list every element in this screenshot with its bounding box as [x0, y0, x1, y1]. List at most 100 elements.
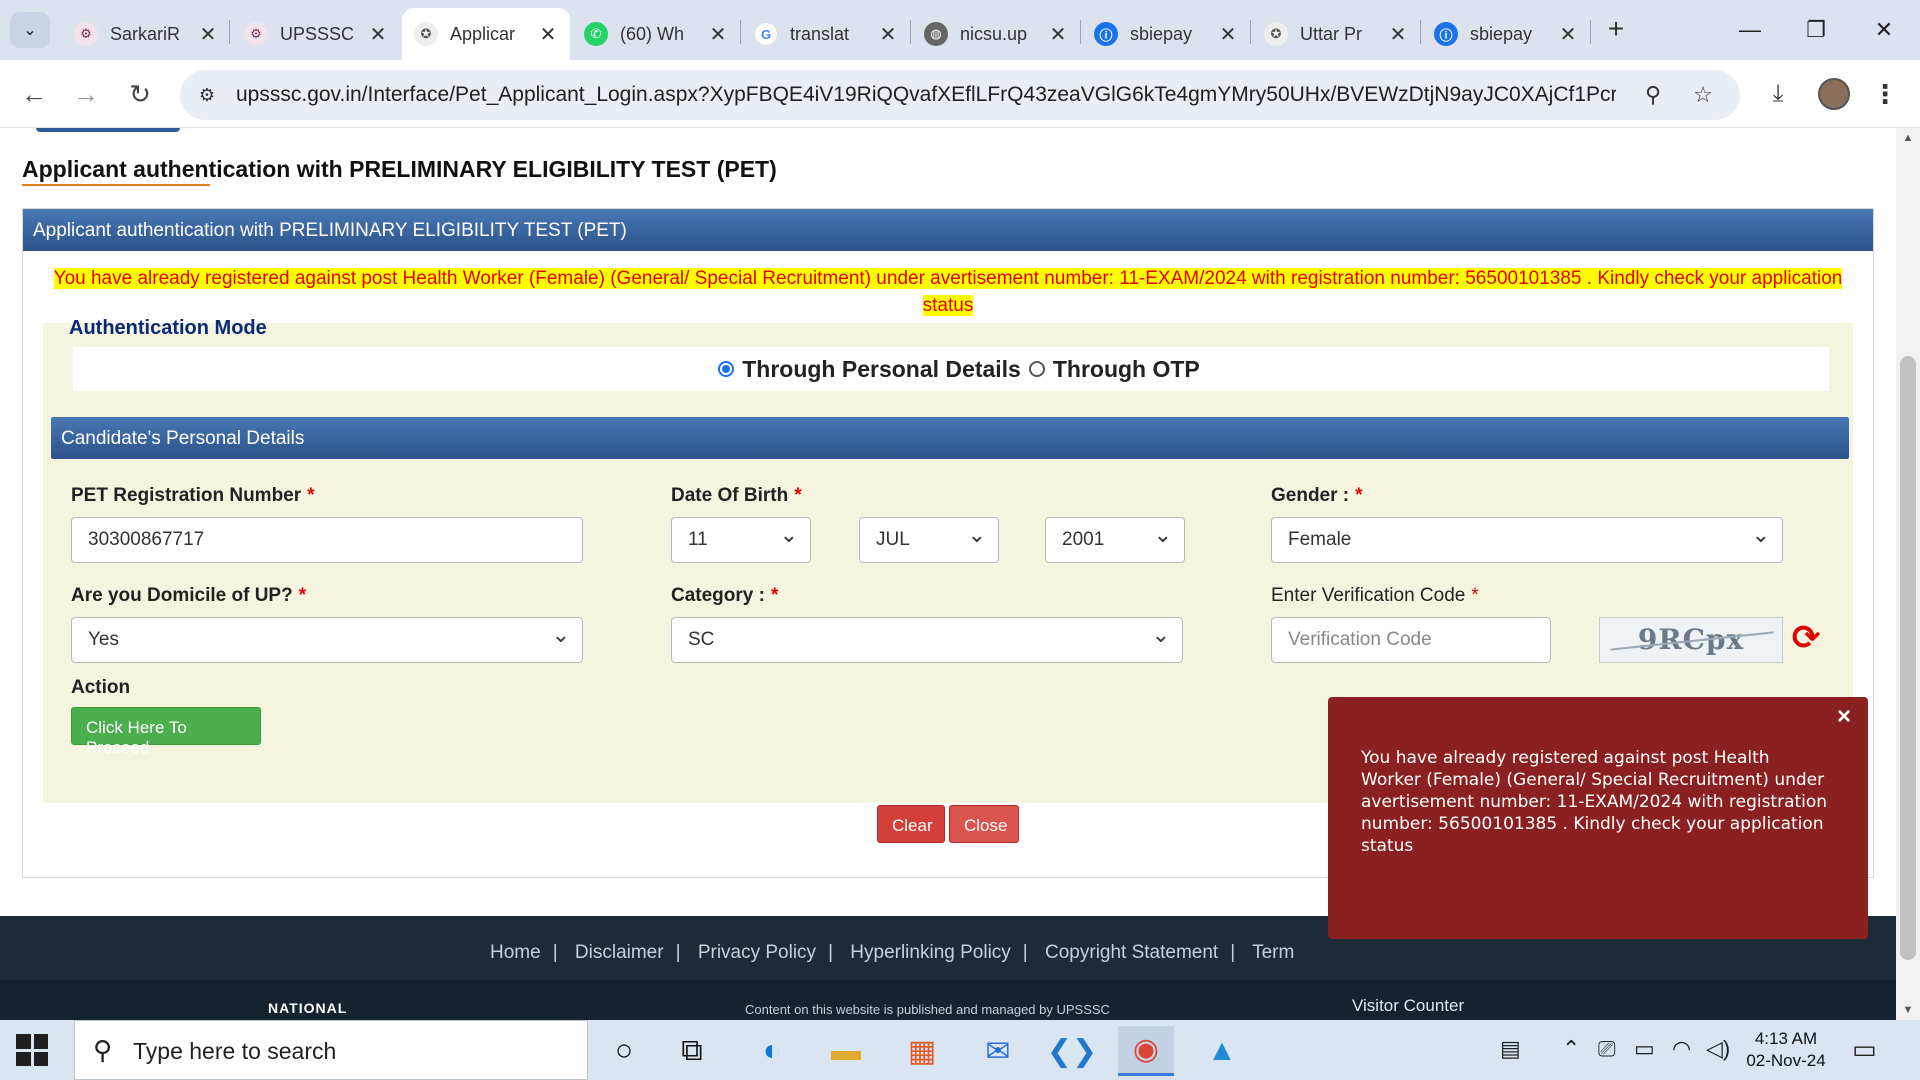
profile-avatar[interactable] [1818, 78, 1850, 110]
clear-button[interactable]: Clear [877, 805, 945, 843]
tab-search-chevron-icon[interactable]: ⌄ [10, 12, 50, 48]
close-icon[interactable]: ✕ [538, 22, 558, 47]
dob-year-select[interactable]: 2001 [1045, 517, 1185, 563]
windows-start-icon[interactable] [16, 1034, 48, 1066]
radio-checked-icon[interactable] [718, 361, 735, 377]
close-icon[interactable]: ✕ [878, 22, 898, 47]
scroll-down-icon[interactable]: ▼ [1896, 1000, 1920, 1020]
window-close-icon[interactable]: ✕ [1864, 10, 1904, 50]
up-emblem-icon: ✪ [1264, 22, 1288, 46]
verification-code-input[interactable]: Verification Code [1271, 617, 1551, 663]
globe-icon: ◍ [924, 22, 948, 46]
close-icon[interactable]: ✕ [368, 22, 388, 47]
registration-alert: You have already registered against post… [53, 265, 1843, 319]
domicile-select[interactable]: Yes [71, 617, 583, 663]
vscode-icon[interactable]: ❮❯ [1044, 1026, 1100, 1076]
url-text[interactable]: upsssc.gov.in/Interface/Pet_Applicant_Lo… [236, 83, 1616, 107]
photos-icon[interactable]: ▲ [1194, 1026, 1250, 1076]
browser-tab[interactable]: ⓘ sbiepay ✕ [1422, 8, 1590, 60]
footer-link-privacy[interactable]: Privacy Policy [698, 942, 816, 963]
scroll-up-icon[interactable]: ▲ [1896, 128, 1920, 148]
search-icon: ⚲ [93, 1035, 113, 1065]
battery-icon[interactable]: ▭ [1634, 1036, 1655, 1062]
radio-otp[interactable]: Through OTP [1021, 356, 1200, 383]
dob-day-select[interactable]: 11 [671, 517, 811, 563]
minimize-icon[interactable]: — [1730, 10, 1770, 50]
scrollbar-thumb[interactable] [1900, 356, 1916, 960]
site-info-icon[interactable]: ⚙ [194, 82, 220, 108]
browser-tab[interactable]: ◍ nicsu.up ✕ [912, 8, 1080, 60]
browser-tab[interactable]: ⓘ sbiepay ✕ [1082, 8, 1250, 60]
news-widget-icon[interactable]: ▤ [1500, 1036, 1521, 1062]
dob-month-select[interactable]: JUL [859, 517, 999, 563]
radio-unchecked-icon[interactable] [1028, 361, 1045, 377]
chrome-icon[interactable]: ◉ [1118, 1026, 1174, 1076]
footer-link-disclaimer[interactable]: Disclaimer [575, 942, 664, 963]
file-explorer-icon[interactable]: ▬ [818, 1026, 874, 1076]
browser-tab[interactable]: ⚙ SarkariR ✕ [62, 8, 230, 60]
browser-tab[interactable]: ✆ (60) Wh ✕ [572, 8, 740, 60]
zoom-search-icon[interactable]: ⚲ [1638, 80, 1668, 110]
browser-tab-active[interactable]: ✪ Applicar ✕ [402, 8, 570, 60]
gender-select[interactable]: Female [1271, 517, 1783, 563]
taskbar-clock[interactable]: 4:13 AM 02-Nov-24 [1736, 1028, 1836, 1072]
footer-separator: | [675, 942, 681, 963]
close-icon[interactable]: ✕ [1558, 22, 1578, 47]
browser-tab[interactable]: ⚙ UPSSSC ✕ [232, 8, 400, 60]
tab-label: SarkariR [110, 23, 181, 44]
bookmark-star-icon[interactable]: ☆ [1688, 80, 1718, 110]
restore-icon[interactable]: ❐ [1796, 10, 1836, 50]
tab-label: UPSSSC [280, 23, 355, 44]
google-icon: G [754, 22, 778, 46]
toast-message: You have already registered against post… [1361, 748, 1828, 856]
meet-now-icon[interactable]: ⎚ [1598, 1036, 1616, 1062]
close-button[interactable]: Close [949, 805, 1019, 843]
download-icon[interactable]: ⤓ [1758, 74, 1798, 114]
visitor-counter: Visitor Counter [1352, 996, 1465, 1015]
wifi-icon[interactable]: ◠ [1672, 1036, 1691, 1062]
radio-personal-details[interactable]: Through Personal Details [702, 356, 1021, 383]
footer-separator: | [1230, 942, 1236, 963]
footer-link-home[interactable]: Home [490, 942, 541, 963]
forward-arrow-icon[interactable]: → [66, 74, 106, 114]
taskbar-search-placeholder: Type here to search [133, 1038, 337, 1064]
close-icon[interactable]: ✕ [1388, 22, 1408, 47]
browser-tab[interactable]: ✪ Uttar Pr ✕ [1252, 8, 1420, 60]
gear-seal-icon: ⚙ [244, 22, 268, 46]
tray-overflow-chevron-icon[interactable]: ⌃ [1562, 1036, 1580, 1062]
toast-close-icon[interactable]: × [1832, 705, 1856, 729]
mail-icon[interactable]: ✉ [970, 1026, 1026, 1076]
volume-icon[interactable]: ◁) [1706, 1036, 1730, 1062]
page-scrollbar[interactable]: ▲ ▼ [1896, 128, 1920, 1020]
refresh-captcha-icon[interactable]: ⟳ [1789, 621, 1823, 655]
reload-icon[interactable]: ↻ [120, 74, 160, 114]
address-bar[interactable]: ⚙ upsssc.gov.in/Interface/Pet_Applicant_… [180, 70, 1740, 120]
proceed-button[interactable]: Click Here To Proceed [71, 707, 261, 757]
close-icon[interactable]: ✕ [198, 22, 218, 47]
browser-tab[interactable]: G translat ✕ [742, 8, 910, 60]
cortana-circle-icon[interactable]: ○ [596, 1026, 652, 1076]
close-icon[interactable]: ✕ [1218, 22, 1238, 47]
pet-registration-input[interactable]: 30300867717 [71, 517, 583, 563]
action-label: Action [71, 677, 131, 698]
tab-label: (60) Wh [620, 23, 685, 44]
microsoft-store-icon[interactable]: ▦ [894, 1026, 950, 1076]
footer-link-hyperlinking[interactable]: Hyperlinking Policy [850, 942, 1011, 963]
close-icon[interactable]: ✕ [1048, 22, 1068, 47]
footer-link-terms[interactable]: Term [1252, 942, 1294, 963]
tab-divider [910, 20, 911, 44]
authentication-mode-legend: Authentication Mode [69, 317, 267, 339]
notification-icon[interactable]: ▭ [1852, 1034, 1877, 1065]
category-select[interactable]: SC [671, 617, 1183, 663]
more-menu-icon[interactable]: ⋮ [1872, 74, 1898, 114]
footer-separator: | [828, 942, 833, 963]
new-tab-plus-icon[interactable]: + [1598, 12, 1634, 48]
task-view-icon[interactable]: ⧉ [664, 1026, 720, 1076]
close-icon[interactable]: ✕ [708, 22, 728, 47]
edge-icon[interactable]: ◐ [744, 1026, 800, 1076]
footer-link-copyright[interactable]: Copyright Statement [1045, 942, 1218, 963]
back-arrow-icon[interactable]: ← [14, 74, 54, 114]
taskbar-search-box[interactable]: ⚲ Type here to search [74, 1020, 588, 1080]
browser-toolbar: ← → ↻ ⚙ upsssc.gov.in/Interface/Pet_Appl… [0, 60, 1920, 128]
nic-logo: NATIONAL [268, 1000, 348, 1016]
